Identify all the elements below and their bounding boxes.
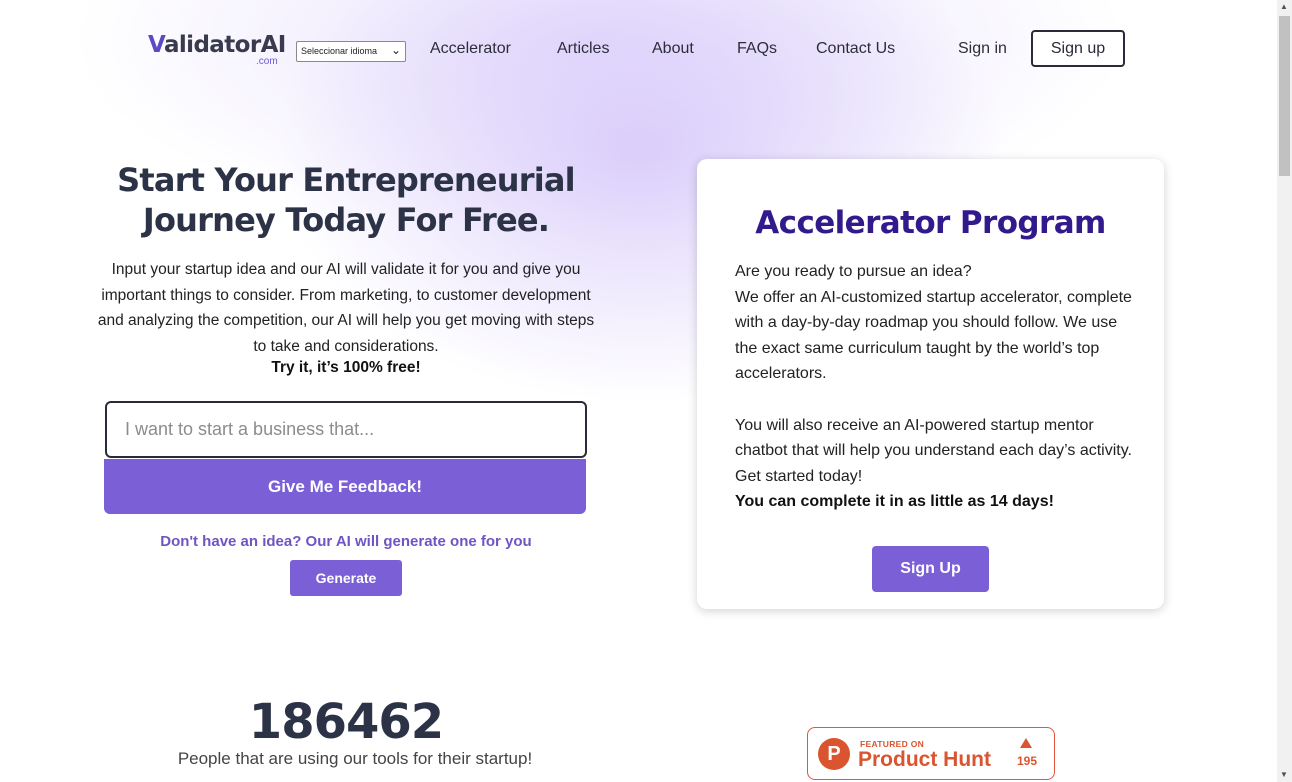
sign-in-link[interactable]: Sign in: [958, 40, 1007, 58]
logo-wordmark: ValidatorAI: [148, 32, 286, 58]
validatorai-logo[interactable]: ValidatorAI .com: [148, 32, 286, 67]
nav-contact-us[interactable]: Contact Us: [816, 40, 895, 58]
hero-free-note: Try it, it’s 100% free!: [271, 359, 421, 376]
accelerator-paragraph-1: We offer an AI-customized startup accele…: [735, 288, 1132, 383]
accelerator-highlight: You can complete it in as little as 14 d…: [735, 493, 1054, 511]
users-count: 186462: [248, 694, 444, 750]
nav-articles[interactable]: Articles: [557, 40, 609, 58]
chevron-down-icon: ⌄: [390, 43, 401, 57]
give-feedback-button[interactable]: Give Me Feedback!: [104, 459, 586, 514]
product-hunt-badge[interactable]: P FEATURED ON Product Hunt 195: [807, 727, 1055, 780]
language-select[interactable]: Seleccionar idioma ⌄: [296, 41, 406, 62]
accelerator-sign-up-button[interactable]: Sign Up: [872, 546, 989, 592]
hero-title-line2: Journey Today For Free.: [142, 201, 550, 239]
accelerator-paragraph-2: You will also receive an AI-powered star…: [735, 416, 1132, 485]
idea-input[interactable]: [105, 401, 587, 458]
scroll-up-arrow-icon[interactable]: ▲: [1280, 2, 1288, 11]
upvote-arrow-icon: [1020, 738, 1032, 748]
generate-button[interactable]: Generate: [290, 560, 402, 596]
logo-dotcom: .com: [256, 56, 278, 67]
accelerator-question: Are you ready to pursue an idea?: [735, 263, 972, 280]
generate-hint: Don't have an idea? Our AI will generate…: [160, 533, 532, 550]
accelerator-title: Accelerator Program: [755, 205, 1106, 241]
hero-title-line1: Start Your Entrepreneurial: [117, 161, 575, 199]
hero-description: Input your startup idea and our AI will …: [97, 261, 595, 355]
sign-up-button[interactable]: Sign up: [1031, 30, 1125, 67]
hero-title: Start Your Entrepreneurial Journey Today…: [96, 160, 596, 240]
product-hunt-logo-icon: P: [818, 738, 850, 770]
nav-accelerator[interactable]: Accelerator: [430, 40, 511, 58]
accelerator-body: Are you ready to pursue an idea? We offe…: [735, 259, 1135, 515]
nav-about[interactable]: About: [652, 40, 694, 58]
language-select-value: Seleccionar idioma: [301, 46, 378, 56]
scroll-down-arrow-icon[interactable]: ▼: [1280, 770, 1288, 779]
accelerator-card: Accelerator Program Are you ready to pur…: [697, 159, 1164, 609]
page-scrollbar[interactable]: ▲ ▼: [1277, 0, 1292, 782]
users-label: People that are using our tools for thei…: [177, 749, 533, 768]
scrollbar-thumb[interactable]: [1279, 16, 1290, 176]
product-hunt-name: Product Hunt: [858, 748, 991, 771]
product-hunt-votes: 195: [1016, 754, 1038, 768]
nav-faqs[interactable]: FAQs: [737, 40, 777, 58]
